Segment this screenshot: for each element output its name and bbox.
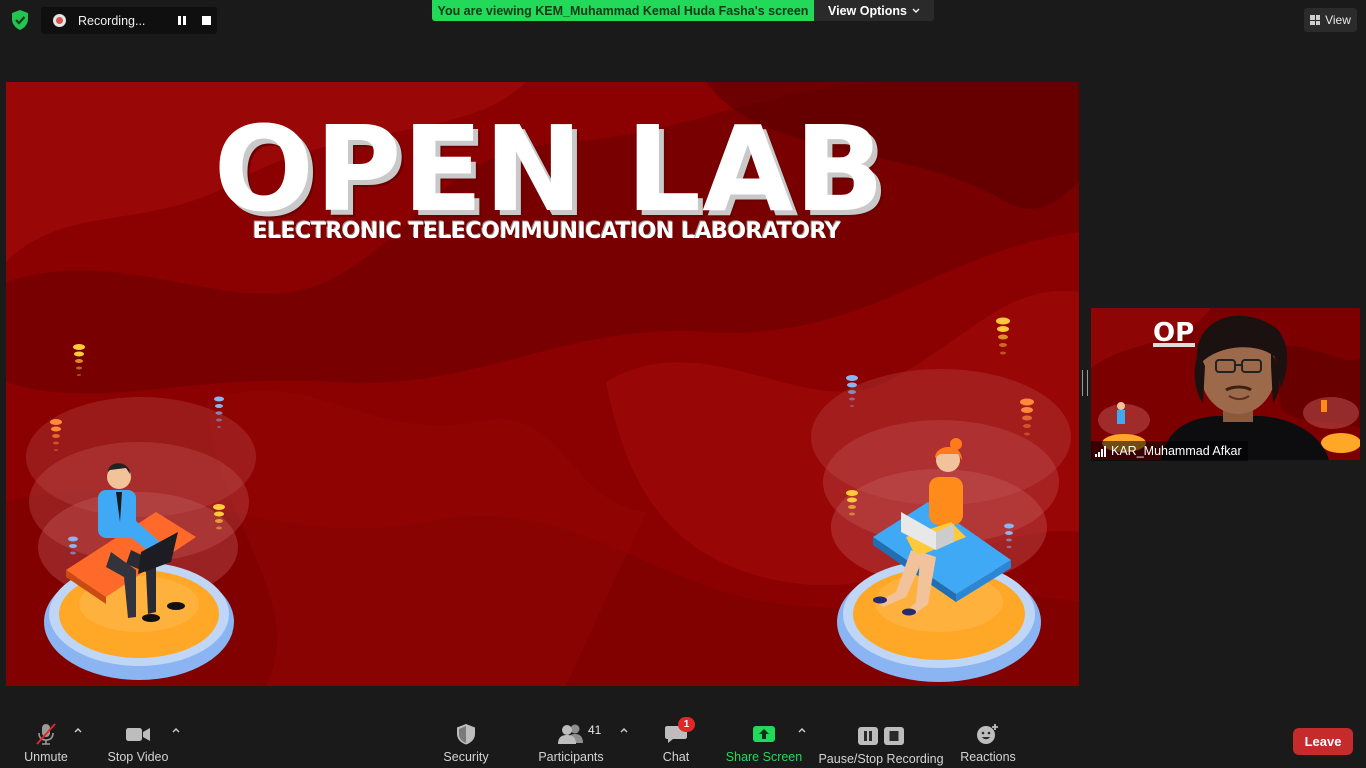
participants-label: Participants: [538, 750, 604, 764]
stop-video-label: Stop Video: [107, 750, 169, 764]
muted-microphone-icon: [33, 722, 59, 746]
security-shield-icon: [455, 722, 477, 746]
participants-icon: [556, 722, 586, 746]
participant-video-tile[interactable]: OP: [1091, 308, 1360, 460]
participants-options-caret-icon[interactable]: [618, 724, 630, 736]
participant-name: KAR_Muhammad Afkar: [1111, 444, 1242, 458]
chat-label: Chat: [662, 750, 690, 764]
slide-title: OPEN LAB: [213, 100, 886, 238]
reactions-label: Reactions: [960, 750, 1016, 764]
panel-splitter-handle[interactable]: [1082, 370, 1088, 396]
share-screen-button[interactable]: Share Screen: [726, 718, 802, 764]
stop-recording-icon[interactable]: [200, 15, 212, 27]
pause-recording-icon[interactable]: [176, 15, 188, 27]
pause-stop-recording-icons: [857, 724, 905, 748]
recording-indicator: Recording...: [41, 7, 217, 34]
participants-count: 41: [588, 723, 602, 737]
video-camera-icon: [125, 722, 151, 746]
reactions-smiley-icon: [976, 722, 1000, 746]
pause-stop-recording-label: Pause/Stop Recording: [818, 752, 944, 766]
audio-options-caret-icon[interactable]: [72, 724, 84, 736]
chevron-down-icon: [912, 8, 920, 13]
recording-dot-icon: [53, 14, 66, 27]
recording-label: Recording...: [78, 13, 146, 28]
security-shield-icon[interactable]: [10, 9, 30, 31]
signal-strength-icon: [1095, 445, 1106, 457]
unmute-button[interactable]: Unmute: [20, 718, 72, 764]
leave-button[interactable]: Leave: [1293, 728, 1353, 755]
pause-icon: [858, 727, 878, 745]
pause-stop-recording-button[interactable]: Pause/Stop Recording: [818, 718, 944, 766]
security-label: Security: [443, 750, 489, 764]
slide-subtitle: ELECTRONIC TELECOMMUNICATION LABORATORY: [252, 219, 841, 244]
share-screen-icon: [752, 722, 776, 746]
chat-unread-badge: 1: [678, 717, 695, 732]
stop-icon: [884, 727, 904, 745]
unmute-label: Unmute: [24, 750, 68, 764]
shared-screen: OPEN LAB ELECTRONIC TELECOMMUNICATION LA…: [6, 82, 1079, 686]
participant-name-label: KAR_Muhammad Afkar: [1091, 441, 1248, 461]
viewing-screen-banner: You are viewing KEM_Muhammad Kemal Huda …: [432, 0, 814, 21]
view-button[interactable]: View: [1304, 8, 1357, 32]
reactions-button[interactable]: Reactions: [958, 718, 1018, 764]
grid-view-icon: [1310, 15, 1321, 25]
security-button[interactable]: Security: [440, 718, 492, 764]
share-screen-label: Share Screen: [725, 750, 803, 764]
view-label: View: [1325, 13, 1351, 27]
share-options-caret-icon[interactable]: [796, 724, 808, 736]
view-options-button[interactable]: View Options: [814, 0, 934, 21]
stop-video-button[interactable]: Stop Video: [106, 718, 170, 764]
view-options-label: View Options: [828, 3, 907, 18]
participant-video-feed: OP: [1091, 308, 1360, 460]
video-options-caret-icon[interactable]: [170, 724, 182, 736]
